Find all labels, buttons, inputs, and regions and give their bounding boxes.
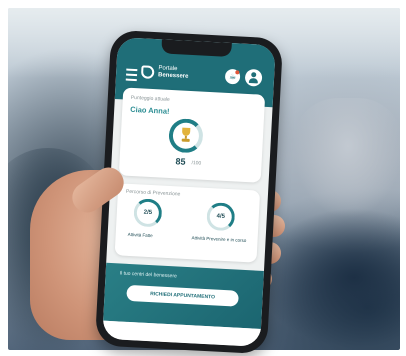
phone-screen: Portale Benessere ☕ Punteggio attuale Ci… <box>102 37 276 347</box>
trophy-icon <box>180 127 193 142</box>
activities-in-progress-ring[interactable]: 4/5 <box>206 201 236 232</box>
bell-icon[interactable]: ☕ <box>224 68 241 85</box>
ring1-caption: Attività Fatte <box>127 231 153 239</box>
ring2-caption: Attività Prevenire e in corso <box>191 235 247 244</box>
user-icon[interactable] <box>244 68 263 87</box>
phone: Portale Benessere ☕ Punteggio attuale Ci… <box>94 29 284 355</box>
progress-card: Percorso di Prevenzione 2/5 4/5 Attività… <box>114 183 261 263</box>
progress-card-label: Percorso di Prevenzione <box>125 188 181 198</box>
greeting: Ciao Anna! <box>130 104 170 116</box>
menu-icon[interactable] <box>125 68 138 82</box>
ring2-value: 4/5 <box>216 213 226 220</box>
score-value: 85 <box>175 156 186 167</box>
brand-line2: Benessere <box>157 72 189 80</box>
sofa-cushion <box>293 98 400 218</box>
logo-icon <box>140 65 155 80</box>
ring1-value: 2/5 <box>143 209 153 217</box>
activities-done-ring[interactable]: 2/5 <box>133 198 163 228</box>
score-card-label: Punteggio attuale <box>130 94 170 103</box>
score-card: Punteggio attuale Ciao Anna! 85 /100 <box>118 87 266 183</box>
score-unit: /100 <box>191 160 202 167</box>
brand: Portale Benessere <box>158 65 189 81</box>
